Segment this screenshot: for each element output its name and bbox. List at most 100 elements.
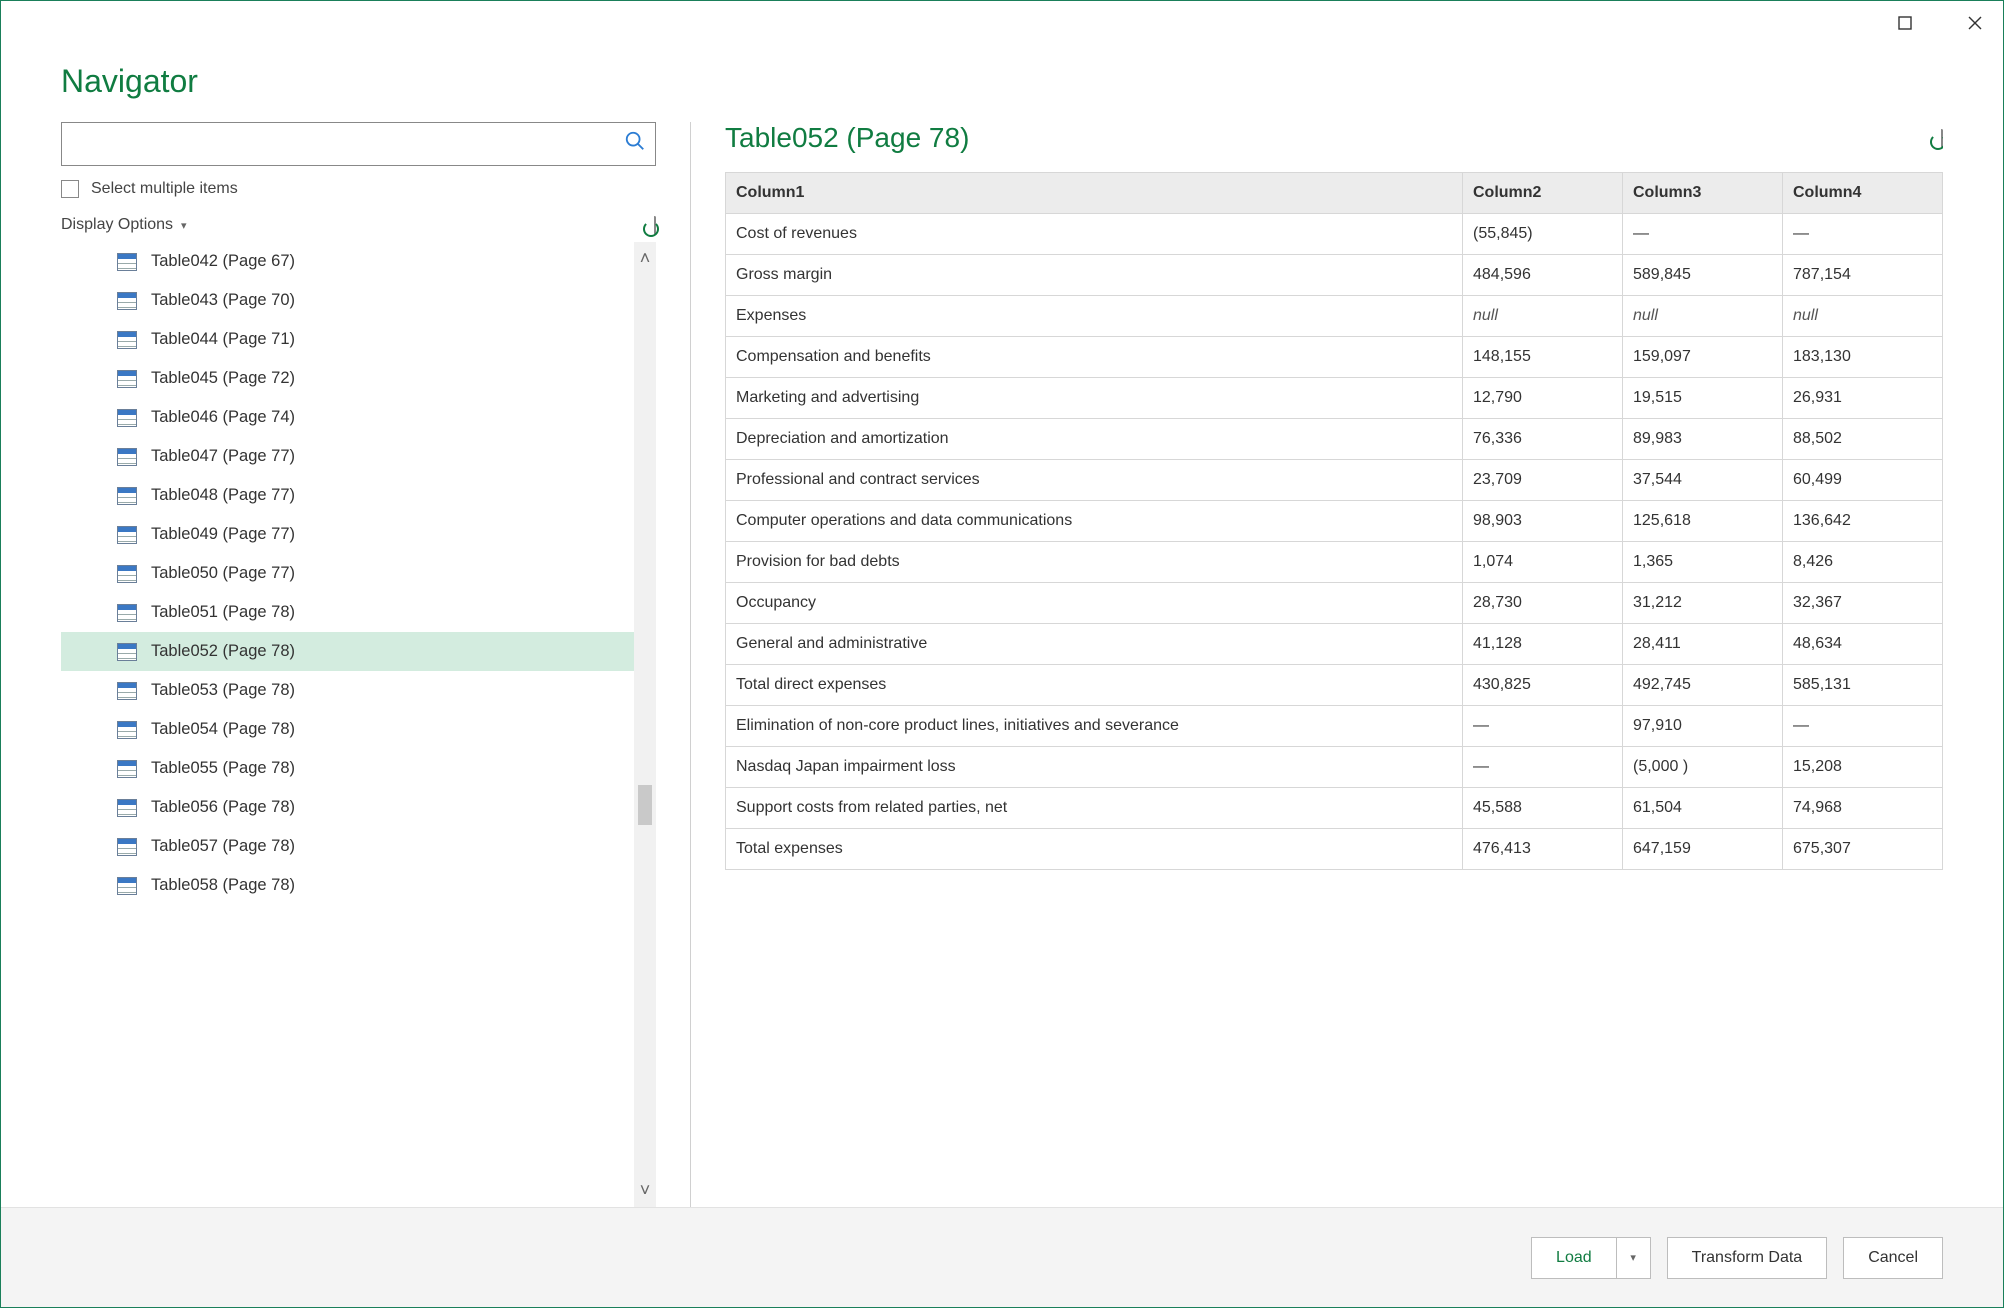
display-options-dropdown[interactable]: Display Options ▾ <box>61 216 187 234</box>
display-options-label: Display Options <box>61 216 173 234</box>
select-multiple-checkbox[interactable]: Select multiple items <box>61 180 656 198</box>
table-cell: null <box>1463 296 1623 337</box>
table-cell: Support costs from related parties, net <box>726 788 1463 829</box>
table-icon <box>117 877 137 895</box>
tree-item[interactable]: Table055 (Page 78) <box>61 749 634 788</box>
close-icon <box>1967 15 1983 31</box>
table-row[interactable]: Computer operations and data communicati… <box>726 501 1943 542</box>
search-icon[interactable] <box>624 130 646 158</box>
table-row[interactable]: Professional and contract services23,709… <box>726 460 1943 501</box>
table-cell: Computer operations and data communicati… <box>726 501 1463 542</box>
tree-item[interactable]: Table045 (Page 72) <box>61 359 634 398</box>
table-cell: 675,307 <box>1783 829 1943 870</box>
table-cell: 37,544 <box>1623 460 1783 501</box>
tree-item[interactable]: Table050 (Page 77) <box>61 554 634 593</box>
table-cell: Compensation and benefits <box>726 337 1463 378</box>
table-cell: 1,365 <box>1623 542 1783 583</box>
tree-item[interactable]: Table046 (Page 74) <box>61 398 634 437</box>
tree-item[interactable]: Table052 (Page 78) <box>61 632 634 671</box>
table-cell: 89,983 <box>1623 419 1783 460</box>
tree-item[interactable]: Table043 (Page 70) <box>61 281 634 320</box>
table-icon <box>117 292 137 310</box>
table-row[interactable]: Depreciation and amortization76,33689,98… <box>726 419 1943 460</box>
transform-data-label: Transform Data <box>1692 1249 1803 1267</box>
tree-item[interactable]: Table053 (Page 78) <box>61 671 634 710</box>
table-cell: 45,588 <box>1463 788 1623 829</box>
tree-item[interactable]: Table058 (Page 78) <box>61 866 634 905</box>
table-row[interactable]: Gross margin484,596589,845787,154 <box>726 255 1943 296</box>
table-tree: Table042 (Page 67)Table043 (Page 70)Tabl… <box>61 242 656 1207</box>
table-cell: 183,130 <box>1783 337 1943 378</box>
table-cell: null <box>1783 296 1943 337</box>
tree-item-label: Table057 (Page 78) <box>151 837 295 856</box>
table-cell: Expenses <box>726 296 1463 337</box>
tree-item[interactable]: Table042 (Page 67) <box>61 242 634 281</box>
maximize-button[interactable] <box>1883 1 1927 45</box>
table-cell: 125,618 <box>1623 501 1783 542</box>
table-cell: 148,155 <box>1463 337 1623 378</box>
table-cell: 26,931 <box>1783 378 1943 419</box>
table-row[interactable]: Occupancy28,73031,21232,367 <box>726 583 1943 624</box>
table-icon <box>117 526 137 544</box>
load-button[interactable]: Load ▾ <box>1531 1237 1651 1279</box>
table-icon <box>117 760 137 778</box>
table-icon <box>117 721 137 739</box>
tree-item[interactable]: Table057 (Page 78) <box>61 827 634 866</box>
tree-item-label: Table052 (Page 78) <box>151 642 295 661</box>
column-header[interactable]: Column4 <box>1783 173 1943 214</box>
table-row[interactable]: Provision for bad debts1,0741,3658,426 <box>726 542 1943 583</box>
tree-item[interactable]: Table056 (Page 78) <box>61 788 634 827</box>
scroll-thumb[interactable] <box>638 785 652 825</box>
table-cell: 60,499 <box>1783 460 1943 501</box>
table-cell: 787,154 <box>1783 255 1943 296</box>
table-icon <box>117 487 137 505</box>
dialog-title: Navigator <box>61 63 1943 100</box>
table-cell: 97,910 <box>1623 706 1783 747</box>
tree-item[interactable]: Table048 (Page 77) <box>61 476 634 515</box>
column-header[interactable]: Column2 <box>1463 173 1623 214</box>
tree-item-label: Table051 (Page 78) <box>151 603 295 622</box>
refresh-preview-button[interactable] <box>1941 130 1943 146</box>
tree-item[interactable]: Table047 (Page 77) <box>61 437 634 476</box>
table-row[interactable]: Nasdaq Japan impairment loss—(5,000 )15,… <box>726 747 1943 788</box>
close-button[interactable] <box>1953 1 1997 45</box>
table-icon <box>117 604 137 622</box>
table-row[interactable]: Support costs from related parties, net4… <box>726 788 1943 829</box>
table-cell: — <box>1783 214 1943 255</box>
table-row[interactable]: General and administrative41,12828,41148… <box>726 624 1943 665</box>
load-dropdown-button[interactable]: ▾ <box>1616 1238 1650 1278</box>
cancel-button[interactable]: Cancel <box>1843 1237 1943 1279</box>
table-cell: 136,642 <box>1783 501 1943 542</box>
tree-item-label: Table047 (Page 77) <box>151 447 295 466</box>
chevron-down-icon: ▾ <box>1630 1251 1636 1264</box>
table-row[interactable]: Expensesnullnullnull <box>726 296 1943 337</box>
tree-item-label: Table046 (Page 74) <box>151 408 295 427</box>
search-input[interactable] <box>61 122 656 166</box>
transform-data-button[interactable]: Transform Data <box>1667 1237 1828 1279</box>
table-icon <box>117 331 137 349</box>
tree-item-label: Table048 (Page 77) <box>151 486 295 505</box>
tree-scrollbar[interactable]: ˄ ˅ <box>634 242 656 1207</box>
table-row[interactable]: Cost of revenues(55,845)—— <box>726 214 1943 255</box>
navigator-dialog: Navigator Select multiple items Display … <box>0 0 2004 1308</box>
tree-item[interactable]: Table054 (Page 78) <box>61 710 634 749</box>
table-icon <box>117 838 137 856</box>
table-cell: 12,790 <box>1463 378 1623 419</box>
table-row[interactable]: Total direct expenses430,825492,745585,1… <box>726 665 1943 706</box>
table-cell: 1,074 <box>1463 542 1623 583</box>
column-header[interactable]: Column3 <box>1623 173 1783 214</box>
table-cell: 589,845 <box>1623 255 1783 296</box>
table-row[interactable]: Elimination of non-core product lines, i… <box>726 706 1943 747</box>
table-cell: — <box>1463 747 1623 788</box>
tree-item[interactable]: Table044 (Page 71) <box>61 320 634 359</box>
column-header[interactable]: Column1 <box>726 173 1463 214</box>
refresh-tree-button[interactable] <box>654 217 656 233</box>
table-cell: Elimination of non-core product lines, i… <box>726 706 1463 747</box>
tree-item[interactable]: Table049 (Page 77) <box>61 515 634 554</box>
table-row[interactable]: Total expenses476,413647,159675,307 <box>726 829 1943 870</box>
table-row[interactable]: Marketing and advertising12,79019,51526,… <box>726 378 1943 419</box>
search-wrap <box>61 122 656 166</box>
table-icon <box>117 799 137 817</box>
tree-item[interactable]: Table051 (Page 78) <box>61 593 634 632</box>
table-row[interactable]: Compensation and benefits148,155159,0971… <box>726 337 1943 378</box>
